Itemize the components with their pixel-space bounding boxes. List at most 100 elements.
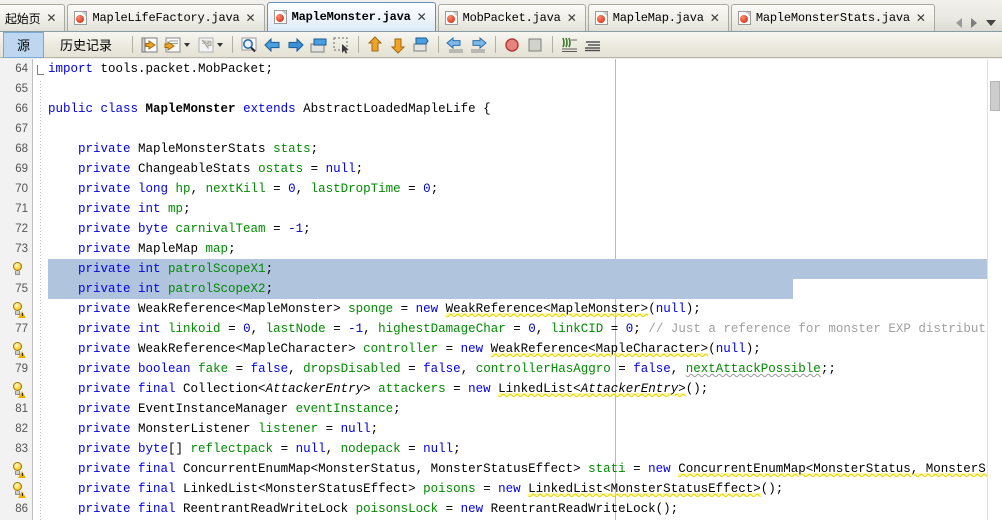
code-line[interactable]: private MonsterListener listener = null; bbox=[48, 419, 378, 439]
code-line[interactable]: private long hp, nextKill = 0, lastDropT… bbox=[48, 179, 438, 199]
code-line[interactable]: private WeakReference<MapleCharacter> co… bbox=[48, 339, 761, 359]
code-line[interactable]: private boolean fake = false, dropsDisab… bbox=[48, 359, 836, 379]
code-line[interactable]: private int patrolScopeX1; bbox=[48, 259, 273, 279]
line-number[interactable]: 65 bbox=[0, 79, 33, 99]
line-number[interactable]: 86 bbox=[0, 499, 33, 519]
shift-left-icon[interactable] bbox=[445, 35, 466, 55]
line-number[interactable]: 71 bbox=[0, 199, 33, 219]
tab-label: MobPacket.java bbox=[462, 11, 561, 25]
close-icon[interactable]: ✕ bbox=[566, 12, 578, 24]
toggle-breakpoint-icon[interactable] bbox=[502, 35, 523, 55]
next-bookmark-icon[interactable] bbox=[285, 35, 306, 55]
code-line[interactable]: private MapleMap map; bbox=[48, 239, 236, 259]
previous-bookmark-icon[interactable] bbox=[262, 35, 283, 55]
tab-start-page[interactable]: 起始页 ✕ bbox=[0, 4, 66, 31]
shift-right-icon[interactable] bbox=[468, 35, 489, 55]
find-selection-icon[interactable] bbox=[239, 35, 260, 55]
code-line[interactable]: private int linkoid = 0, lastNode = -1, … bbox=[48, 319, 1002, 339]
hint-lightbulb-warning-icon[interactable] bbox=[11, 342, 26, 358]
last-edit-icon[interactable] bbox=[139, 35, 160, 55]
line-number[interactable]: 69 bbox=[0, 159, 33, 179]
code-line[interactable]: private byte carnivalTeam = -1; bbox=[48, 219, 311, 239]
vertical-scrollbar[interactable] bbox=[987, 59, 1002, 520]
close-icon[interactable]: ✕ bbox=[45, 12, 57, 24]
close-icon[interactable]: ✕ bbox=[915, 12, 927, 24]
stop-icon[interactable] bbox=[525, 35, 546, 55]
hint-lightbulb-warning-icon[interactable] bbox=[11, 462, 26, 478]
toggle-source-view[interactable]: 源 bbox=[3, 31, 45, 58]
code-line[interactable]: private final ConcurrentEnumMap<MonsterS… bbox=[48, 459, 1002, 479]
tab-label: MapleMonsterStats.java bbox=[755, 11, 910, 25]
rectangular-selection-icon[interactable] bbox=[331, 35, 352, 55]
forward-icon[interactable] bbox=[195, 35, 216, 55]
code-editor[interactable]: import tools.packet.MobPacket; public cl… bbox=[0, 59, 1002, 520]
shift-line-up-icon[interactable] bbox=[365, 35, 386, 55]
tab-maplemap-java[interactable]: MapleMap.java ✕ bbox=[587, 4, 729, 31]
inspect-icon[interactable] bbox=[559, 35, 580, 55]
fold-end-marker[interactable] bbox=[37, 65, 44, 75]
line-number[interactable]: 68 bbox=[0, 139, 33, 159]
java-file-icon bbox=[273, 10, 287, 24]
tab-label: MapleMap.java bbox=[612, 11, 704, 25]
line-number[interactable]: 66 bbox=[0, 99, 33, 119]
line-number[interactable]: 81 bbox=[0, 399, 33, 419]
toolbar-separator bbox=[232, 36, 234, 53]
tab-navigation-controls bbox=[956, 18, 1000, 28]
toggle-bookmark-icon[interactable] bbox=[308, 35, 329, 55]
chevron-right-icon[interactable] bbox=[971, 18, 977, 28]
toolbar-separator bbox=[132, 36, 134, 53]
code-line[interactable]: public class MapleMonster extends Abstra… bbox=[48, 99, 491, 119]
back-icon[interactable] bbox=[162, 35, 183, 55]
scrollbar-thumb[interactable] bbox=[990, 81, 1000, 111]
code-line[interactable]: private MapleMonsterStats stats; bbox=[48, 139, 318, 159]
code-text-area[interactable]: import tools.packet.MobPacket; public cl… bbox=[48, 59, 1002, 520]
code-line[interactable]: private ChangeableStats ostats = null; bbox=[48, 159, 363, 179]
hint-lightbulb-warning-icon[interactable] bbox=[11, 382, 26, 398]
chevron-down-icon[interactable] bbox=[986, 20, 996, 26]
line-number[interactable]: 77 bbox=[0, 319, 33, 339]
code-line[interactable]: private EventInstanceManager eventInstan… bbox=[48, 399, 401, 419]
shift-line-down-icon[interactable] bbox=[388, 35, 409, 55]
fold-guide-line bbox=[40, 81, 41, 520]
tab-maplelifefactory-java[interactable]: MapleLifeFactory.java ✕ bbox=[67, 4, 265, 31]
code-line[interactable]: import tools.packet.MobPacket; bbox=[48, 59, 273, 79]
code-line[interactable]: private WeakReference<MapleMonster> spon… bbox=[48, 299, 701, 319]
hint-lightbulb-icon[interactable] bbox=[11, 262, 24, 277]
close-icon[interactable]: ✕ bbox=[709, 12, 721, 24]
back-dropdown-icon[interactable] bbox=[184, 42, 191, 47]
line-number[interactable]: 70 bbox=[0, 179, 33, 199]
hint-lightbulb-warning-icon[interactable] bbox=[11, 482, 26, 498]
code-line[interactable]: private final Collection<AttackerEntry> … bbox=[48, 379, 708, 399]
line-number[interactable]: 79 bbox=[0, 359, 33, 379]
tab-mobpacket-java[interactable]: MobPacket.java ✕ bbox=[437, 4, 586, 31]
format-icon[interactable] bbox=[582, 35, 603, 55]
line-number[interactable]: 67 bbox=[0, 119, 33, 139]
line-number[interactable]: 82 bbox=[0, 419, 33, 439]
code-line[interactable]: private byte[] reflectpack = null, nodep… bbox=[48, 439, 461, 459]
toggle-history-view[interactable]: 历史记录 bbox=[46, 32, 126, 58]
java-file-icon bbox=[444, 11, 458, 25]
code-line[interactable]: private final LinkedList<MonsterStatusEf… bbox=[48, 479, 783, 499]
line-number[interactable]: 64 bbox=[0, 59, 33, 79]
line-number[interactable]: 72 bbox=[0, 219, 33, 239]
close-icon[interactable]: ✕ bbox=[245, 12, 257, 24]
toolbar-separator bbox=[438, 36, 440, 53]
code-line[interactable]: private int mp; bbox=[48, 199, 191, 219]
tab-label: MapleLifeFactory.java bbox=[92, 11, 240, 25]
java-file-icon bbox=[74, 11, 88, 25]
code-line[interactable]: private int patrolScopeX2; bbox=[48, 279, 273, 299]
editor-tab-bar: 起始页 ✕ MapleLifeFactory.java ✕ MapleMonst… bbox=[0, 0, 1002, 32]
forward-dropdown-icon[interactable] bbox=[217, 42, 224, 47]
line-number[interactable]: 83 bbox=[0, 439, 33, 459]
comment-icon[interactable] bbox=[411, 35, 432, 55]
line-number[interactable]: 75 bbox=[0, 279, 33, 299]
tab-maplemonsterstats-java[interactable]: MapleMonsterStats.java ✕ bbox=[730, 4, 935, 31]
line-number[interactable]: 73 bbox=[0, 239, 33, 259]
close-icon[interactable]: ✕ bbox=[416, 11, 428, 23]
code-line[interactable]: private final ReentrantReadWriteLock poi… bbox=[48, 499, 678, 519]
tab-maplemonster-java[interactable]: MapleMonster.java ✕ bbox=[266, 2, 436, 31]
chevron-left-icon[interactable] bbox=[956, 18, 962, 28]
hint-lightbulb-warning-icon[interactable] bbox=[11, 302, 26, 318]
code-folding-column[interactable] bbox=[34, 59, 48, 520]
tab-label: MapleMonster.java bbox=[291, 10, 411, 24]
